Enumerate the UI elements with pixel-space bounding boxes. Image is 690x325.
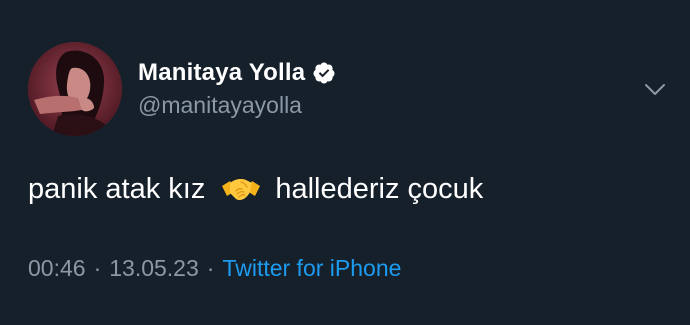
author-name-row: Manitaya Yolla xyxy=(138,58,336,88)
tweet-date[interactable]: 13.05.23 xyxy=(109,255,199,282)
tweet-text: panik atak kız hallederiz çocuk xyxy=(28,172,483,206)
tweet-card: Manitaya Yolla @manitayayolla panik atak… xyxy=(0,0,690,325)
display-name[interactable]: Manitaya Yolla xyxy=(138,59,305,87)
avatar[interactable] xyxy=(28,42,122,136)
author-handle[interactable]: @manitayayolla xyxy=(138,92,302,119)
tweet-source-link[interactable]: Twitter for iPhone xyxy=(222,255,401,282)
tweet-time[interactable]: 00:46 xyxy=(28,255,86,282)
handshake-emoji-icon xyxy=(222,179,261,201)
tweet-text-part-1: panik atak kız xyxy=(28,172,206,205)
tweet-meta: 00:46 · 13.05.23 · Twitter for iPhone xyxy=(28,255,401,282)
profile-avatar-icon xyxy=(28,42,122,136)
tweet-text-part-2: hallederiz çocuk xyxy=(275,172,484,205)
verified-badge-icon xyxy=(313,62,335,84)
meta-separator: · xyxy=(206,255,215,281)
meta-separator: · xyxy=(93,255,102,281)
chevron-down-icon[interactable] xyxy=(642,76,668,102)
